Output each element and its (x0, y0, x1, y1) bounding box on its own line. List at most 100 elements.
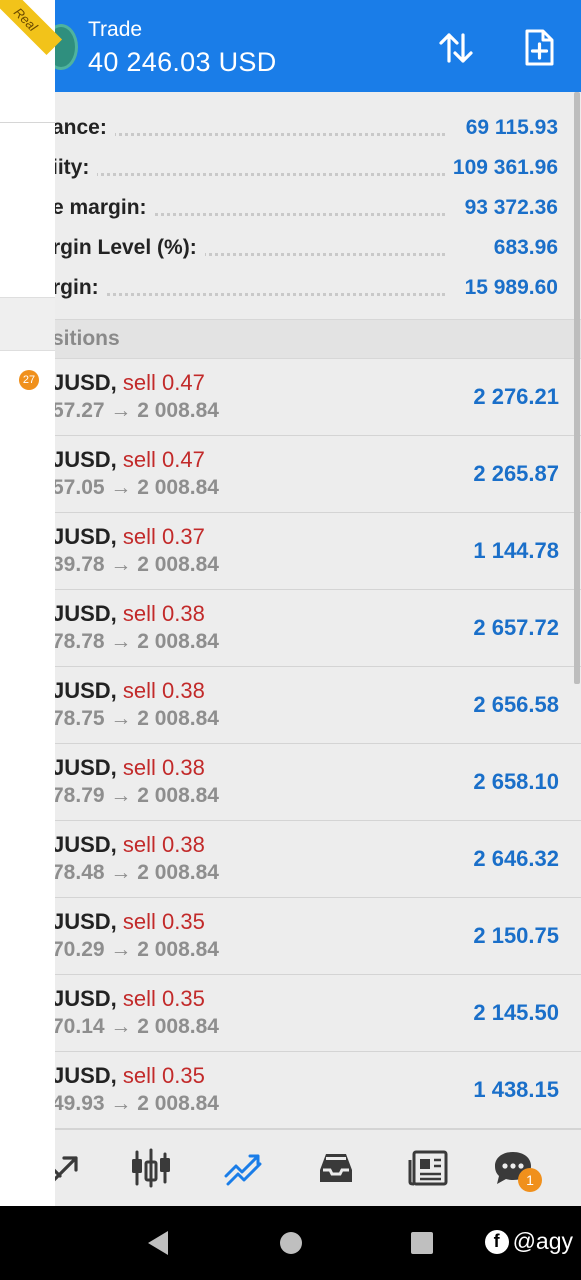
position-prices: 78.78 → 2 008.84 (52, 630, 219, 653)
sort-button[interactable] (436, 28, 476, 68)
positions-section-header: sitions (0, 319, 581, 359)
summary-label: e margin: (52, 196, 155, 220)
nav-history[interactable] (314, 1146, 358, 1190)
position-row[interactable]: JUSD, sell 0.35 70.14 → 2 008.84 2 145.5… (0, 975, 581, 1052)
scrollbar[interactable] (574, 92, 580, 684)
home-icon (280, 1232, 302, 1254)
bottom-navigation: 1 (0, 1129, 581, 1206)
position-prices: 57.05 → 2 008.84 (52, 476, 219, 499)
system-navigation-bar: f @agy (0, 1206, 581, 1280)
summary-row-free-margin: e margin: 93 372.36 (0, 186, 575, 226)
position-side-volume: sell 0.38 (122, 755, 205, 780)
position-profit: 2 657.72 (473, 615, 559, 640)
position-row[interactable]: JUSD, sell 0.35 49.93 → 2 008.84 1 438.1… (0, 1052, 581, 1129)
position-prices: 78.75 → 2 008.84 (52, 707, 219, 730)
positions-header-label: sitions (52, 327, 120, 350)
position-prices: 39.78 → 2 008.84 (52, 553, 219, 576)
position-prices: 70.29 → 2 008.84 (52, 938, 219, 961)
drawer-count-badge: 27 (19, 370, 39, 390)
watermark: f @agy (484, 1228, 573, 1255)
new-order-icon (525, 29, 554, 66)
position-symbol: JUSD, (52, 755, 117, 780)
recents-icon (411, 1232, 433, 1254)
position-prices: 78.79 → 2 008.84 (52, 784, 219, 807)
position-row[interactable]: JUSD, sell 0.38 78.75 → 2 008.84 2 656.5… (0, 667, 581, 744)
summary-label: iity: (52, 156, 98, 180)
drawer-selected-item[interactable] (0, 297, 55, 351)
position-symbol: JUSD, (52, 370, 117, 395)
position-row[interactable]: JUSD, sell 0.38 78.48 → 2 008.84 2 646.3… (0, 821, 581, 898)
position-symbol: JUSD, (52, 447, 117, 472)
top-app-bar: Trade 40 246.03 USD (0, 0, 581, 92)
position-symbol: JUSD, (52, 832, 117, 857)
position-profit: 2 658.10 (473, 769, 559, 794)
position-prices: 57.27 → 2 008.84 (52, 399, 219, 422)
nav-trade[interactable] (222, 1146, 266, 1190)
position-profit: 2 150.75 (473, 923, 559, 948)
dotted-leader (60, 133, 445, 136)
account-summary: ance: 69 115.93 iity: 109 361.96 e margi… (0, 92, 581, 320)
summary-row-balance: ance: 69 115.93 (0, 106, 575, 146)
position-row[interactable]: JUSD, sell 0.38 78.78 → 2 008.84 2 657.7… (0, 590, 581, 667)
page-title: Trade (88, 18, 143, 41)
dotted-leader (60, 293, 445, 296)
recents-button[interactable] (410, 1230, 434, 1261)
summary-value: 93 372.36 (456, 196, 558, 220)
summary-row-margin-level: rgin Level (%): 683.96 (0, 226, 575, 266)
position-side-volume: sell 0.38 (122, 678, 205, 703)
facebook-icon: f (484, 1229, 509, 1254)
position-side-volume: sell 0.38 (122, 832, 205, 857)
position-profit: 1 438.15 (473, 1077, 559, 1102)
position-symbol: JUSD, (52, 1063, 117, 1088)
new-order-button[interactable] (519, 28, 559, 68)
position-symbol: JUSD, (52, 601, 117, 626)
nav-news[interactable] (407, 1146, 451, 1190)
side-drawer-overlay[interactable]: 27 (0, 0, 55, 1206)
position-profit: 1 144.78 (473, 538, 559, 563)
position-side-volume: sell 0.35 (122, 986, 205, 1011)
position-side-volume: sell 0.37 (122, 524, 205, 549)
position-prices: 78.48 → 2 008.84 (52, 861, 219, 884)
summary-value: 69 115.93 (457, 116, 558, 140)
summary-row-margin: rgin: 15 989.60 (0, 266, 575, 306)
trade-icon (224, 1154, 262, 1186)
position-profit: 2 276.21 (473, 384, 559, 409)
app-root: Trade 40 246.03 USD ance: 69 115.93 iity… (0, 0, 581, 1280)
sort-icon (439, 33, 473, 63)
summary-label: rgin: (52, 276, 107, 300)
position-prices: 49.93 → 2 008.84 (52, 1092, 219, 1115)
home-button[interactable] (279, 1230, 303, 1261)
nav-chart[interactable] (129, 1146, 173, 1190)
back-icon (148, 1231, 168, 1255)
position-symbol: JUSD, (52, 524, 117, 549)
account-profit-total: 40 246.03 USD (88, 47, 277, 77)
position-row[interactable]: JUSD, sell 0.37 39.78 → 2 008.84 1 144.7… (0, 513, 581, 590)
position-symbol: JUSD, (52, 678, 117, 703)
drawer-divider (0, 122, 55, 123)
position-profit: 2 656.58 (473, 692, 559, 717)
position-side-volume: sell 0.35 (122, 909, 205, 934)
summary-row-equity: iity: 109 361.96 (0, 146, 575, 186)
position-symbol: JUSD, (52, 986, 117, 1011)
summary-value: 683.96 (485, 236, 558, 260)
position-profit: 2 646.32 (473, 846, 559, 871)
position-side-volume: sell 0.47 (122, 447, 205, 472)
position-side-volume: sell 0.35 (122, 1063, 205, 1088)
position-row[interactable]: JUSD, sell 0.38 78.79 → 2 008.84 2 658.1… (0, 744, 581, 821)
watermark-handle: @agy (512, 1228, 573, 1254)
position-row[interactable]: JUSD, sell 0.35 70.29 → 2 008.84 2 150.7… (0, 898, 581, 975)
summary-value: 109 361.96 (444, 156, 558, 180)
position-side-volume: sell 0.38 (122, 601, 205, 626)
positions-list[interactable]: JUSD, sell 0.47 57.27 → 2 008.84 2 276.2… (0, 359, 581, 1129)
back-button[interactable] (146, 1230, 170, 1261)
summary-label: rgin Level (%): (52, 236, 205, 260)
position-side-volume: sell 0.47 (122, 370, 205, 395)
messages-badge: 1 (518, 1168, 542, 1192)
news-icon (408, 1150, 448, 1186)
position-row[interactable]: JUSD, sell 0.47 57.27 → 2 008.84 2 276.2… (0, 359, 581, 436)
summary-value: 15 989.60 (456, 276, 558, 300)
position-prices: 70.14 → 2 008.84 (52, 1015, 219, 1038)
chart-icon (132, 1148, 170, 1188)
position-profit: 2 265.87 (473, 461, 559, 486)
position-row[interactable]: JUSD, sell 0.47 57.05 → 2 008.84 2 265.8… (0, 436, 581, 513)
